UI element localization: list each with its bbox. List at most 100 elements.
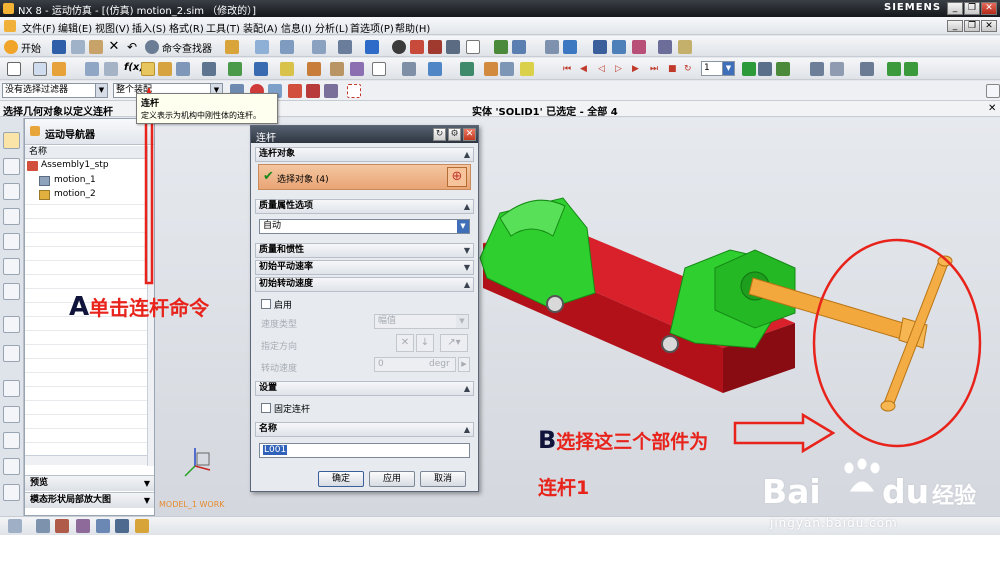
doc-close-button[interactable]: ✕: [981, 20, 997, 32]
nx-menu-icon[interactable]: [4, 20, 16, 32]
chevron-down-icon[interactable]: ▼: [722, 62, 734, 75]
process-studio-icon[interactable]: [3, 432, 20, 449]
trace-icon[interactable]: [500, 62, 514, 76]
history-clock-icon[interactable]: [3, 380, 20, 397]
step-forward-icon[interactable]: ▶: [632, 62, 646, 76]
tree-item-motion-1[interactable]: motion_1: [39, 175, 96, 186]
stop-icon[interactable]: ■: [668, 62, 682, 76]
settings-gear-icon[interactable]: ⚙: [448, 128, 461, 141]
movie-icon[interactable]: [776, 62, 790, 76]
menu-assembly[interactable]: 装配(A): [243, 20, 278, 35]
part-color-icon[interactable]: [428, 40, 442, 54]
doc-minimize-button[interactable]: _: [947, 20, 963, 32]
first-frame-icon[interactable]: ⏮: [563, 62, 577, 76]
select-filter-icon[interactable]: [225, 40, 239, 54]
chevron-down-icon[interactable]: ▼: [456, 315, 468, 328]
motion-navigator-tab-icon[interactable]: [3, 132, 20, 149]
roles-icon[interactable]: [3, 484, 20, 501]
capture-icon[interactable]: [830, 62, 844, 76]
explode-icon[interactable]: [632, 40, 646, 54]
copy-icon[interactable]: [71, 40, 85, 54]
link-tool-icon[interactable]: [141, 62, 155, 76]
box-select-icon[interactable]: [347, 84, 361, 98]
graph-icon[interactable]: [678, 40, 692, 54]
manufacturing-icon[interactable]: [3, 458, 20, 475]
menu-analysis[interactable]: 分析(L): [315, 20, 348, 35]
material-icon[interactable]: [410, 40, 424, 54]
doc-restore-button[interactable]: ❐: [964, 20, 980, 32]
feature-rule-icon[interactable]: [324, 84, 338, 98]
animation-icon[interactable]: [484, 62, 498, 76]
close-cue-icon[interactable]: ✕: [988, 103, 996, 114]
menu-insert[interactable]: 插入(S): [132, 20, 166, 35]
master-model-icon[interactable]: [52, 62, 66, 76]
history-icon[interactable]: [3, 345, 20, 362]
minimize-button[interactable]: _: [947, 2, 963, 15]
wcs-icon[interactable]: [494, 40, 508, 54]
last-frame-icon[interactable]: ⏭: [650, 62, 664, 76]
environment-icon[interactable]: [33, 62, 47, 76]
snap-intersection-icon[interactable]: [76, 519, 90, 533]
vector-dialog-icon[interactable]: ↓: [416, 334, 434, 352]
undo-icon[interactable]: ↶: [125, 40, 139, 54]
section-name[interactable]: 名称 ▲: [255, 422, 474, 437]
menu-help[interactable]: 帮助(H): [395, 20, 430, 35]
gear-coupler-icon[interactable]: [202, 62, 216, 76]
display-options-icon[interactable]: [810, 62, 824, 76]
delete-icon[interactable]: ✕: [107, 40, 121, 54]
apply-button[interactable]: 应用: [369, 471, 415, 487]
fit-window-icon[interactable]: [986, 84, 1000, 98]
snap-quadrant-icon[interactable]: [96, 519, 110, 533]
menu-format[interactable]: 格式(R): [169, 20, 204, 35]
edit-section-icon[interactable]: [466, 40, 480, 54]
loop-icon[interactable]: ↻: [684, 62, 698, 76]
start-icon[interactable]: [4, 40, 18, 54]
sensor-icon[interactable]: [307, 62, 321, 76]
arrow-left-icon[interactable]: [887, 62, 901, 76]
orient-view-icon[interactable]: [338, 40, 352, 54]
menu-edit[interactable]: 编辑(E): [58, 20, 92, 35]
measure-icon[interactable]: [545, 40, 559, 54]
arrow-right-icon[interactable]: [904, 62, 918, 76]
body-rule-icon[interactable]: [306, 84, 320, 98]
xy-result-icon[interactable]: [460, 62, 474, 76]
close-dialog-icon[interactable]: ✕: [463, 128, 476, 141]
connector-icon[interactable]: [176, 62, 190, 76]
fixed-link-checkbox[interactable]: [261, 403, 271, 413]
rotation-speed-input[interactable]: 0 degr: [374, 357, 456, 372]
constraint-navigator-icon[interactable]: [3, 183, 20, 200]
shaded-icon[interactable]: [365, 40, 379, 54]
internet-icon[interactable]: [3, 316, 20, 333]
face-rule-icon[interactable]: [288, 84, 302, 98]
snap-icon[interactable]: [255, 40, 269, 54]
solver-icon[interactable]: [85, 62, 99, 76]
command-finder-button[interactable]: 命令查找器: [162, 40, 212, 55]
ok-button[interactable]: 确定: [318, 471, 364, 487]
snap-midpoint-icon[interactable]: [36, 519, 50, 533]
section-settings[interactable]: 设置 ▲: [255, 381, 474, 396]
play-back-icon[interactable]: ◁: [598, 62, 612, 76]
menu-file[interactable]: 文件(F): [22, 20, 56, 35]
crosshair-select-icon[interactable]: ⊕: [447, 167, 467, 187]
constraint-icon[interactable]: [350, 62, 364, 76]
speed-type-dropdown[interactable]: 幅值 ▼: [374, 314, 469, 329]
snap-options-icon[interactable]: [135, 519, 149, 533]
fit-view-icon[interactable]: [312, 40, 326, 54]
layer-icon[interactable]: [446, 40, 460, 54]
marker-icon[interactable]: [280, 62, 294, 76]
vector-type-icon[interactable]: ↗▾: [440, 334, 468, 352]
assembly-navigator-icon[interactable]: [3, 158, 20, 175]
snap-endpoint-icon[interactable]: [8, 519, 22, 533]
restore-button[interactable]: ❐: [964, 2, 980, 15]
container-icon[interactable]: [372, 62, 386, 76]
joint-icon[interactable]: [158, 62, 172, 76]
paste-icon[interactable]: [89, 40, 103, 54]
mass-option-dropdown[interactable]: 自动 ▼: [259, 219, 470, 234]
assembly-constraint-icon[interactable]: [593, 40, 607, 54]
move-component-icon[interactable]: [612, 40, 626, 54]
group-icon[interactable]: [860, 62, 874, 76]
tree-item-assembly[interactable]: Assembly1_stp: [27, 160, 109, 171]
horizontal-scrollbar[interactable]: [25, 455, 147, 465]
force-icon[interactable]: [254, 62, 268, 76]
menu-view[interactable]: 视图(V): [95, 20, 130, 35]
